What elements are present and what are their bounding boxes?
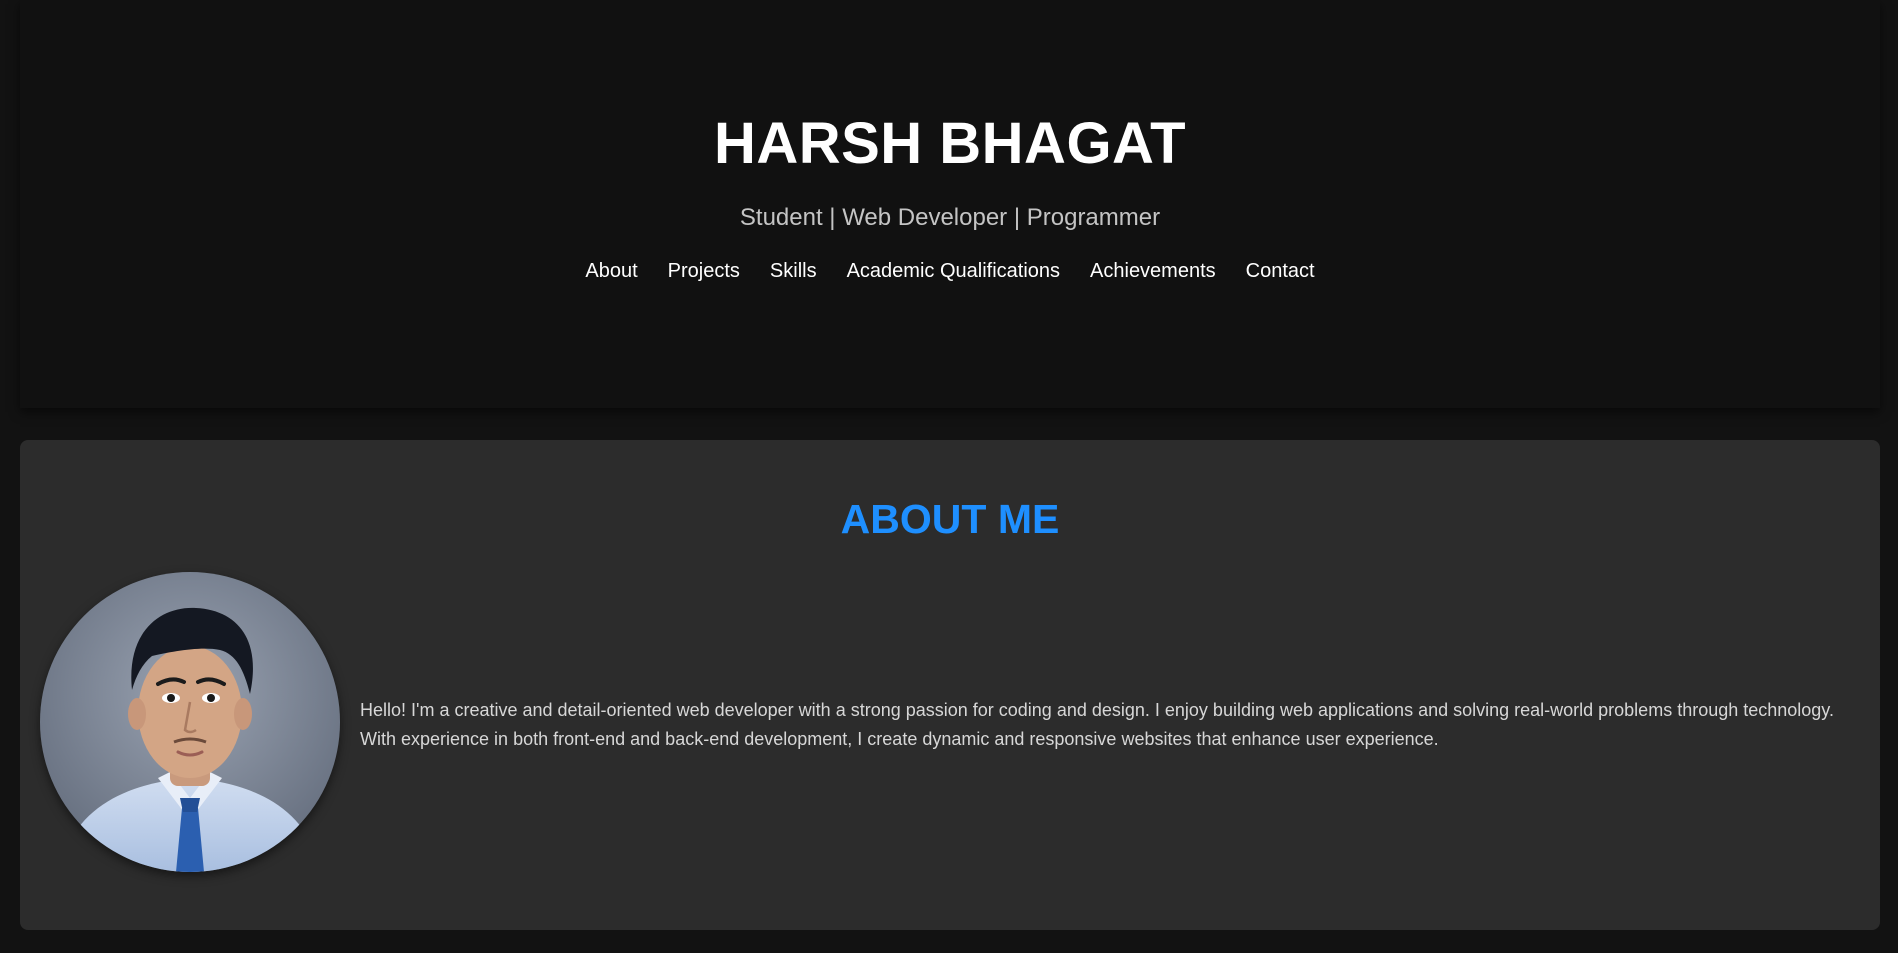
profile-photo — [40, 572, 340, 872]
site-header: HARSH BHAGAT Student | Web Developer | P… — [20, 0, 1880, 408]
nav-link-achievements[interactable]: Achievements — [1090, 260, 1216, 283]
profile-photo-icon — [40, 572, 340, 872]
about-title: ABOUT ME — [840, 496, 1060, 542]
nav-link-skills[interactable]: Skills — [770, 260, 817, 283]
about-section: ABOUT ME Hello! I'm a creative and detai… — [20, 440, 1880, 930]
site-title: HARSH BHAGAT — [713, 111, 1187, 176]
main-nav: About Projects Skills Academic Qualifica… — [20, 260, 1880, 283]
nav-link-academic-qualifications[interactable]: Academic Qualifications — [847, 260, 1060, 283]
nav-link-projects[interactable]: Projects — [668, 260, 740, 283]
nav-link-about[interactable]: About — [585, 260, 637, 283]
tagline: Student | Web Developer | Programmer — [739, 204, 1161, 231]
nav-link-contact[interactable]: Contact — [1246, 260, 1315, 283]
about-text: Hello! I'm a creative and detail-oriente… — [360, 700, 1834, 749]
